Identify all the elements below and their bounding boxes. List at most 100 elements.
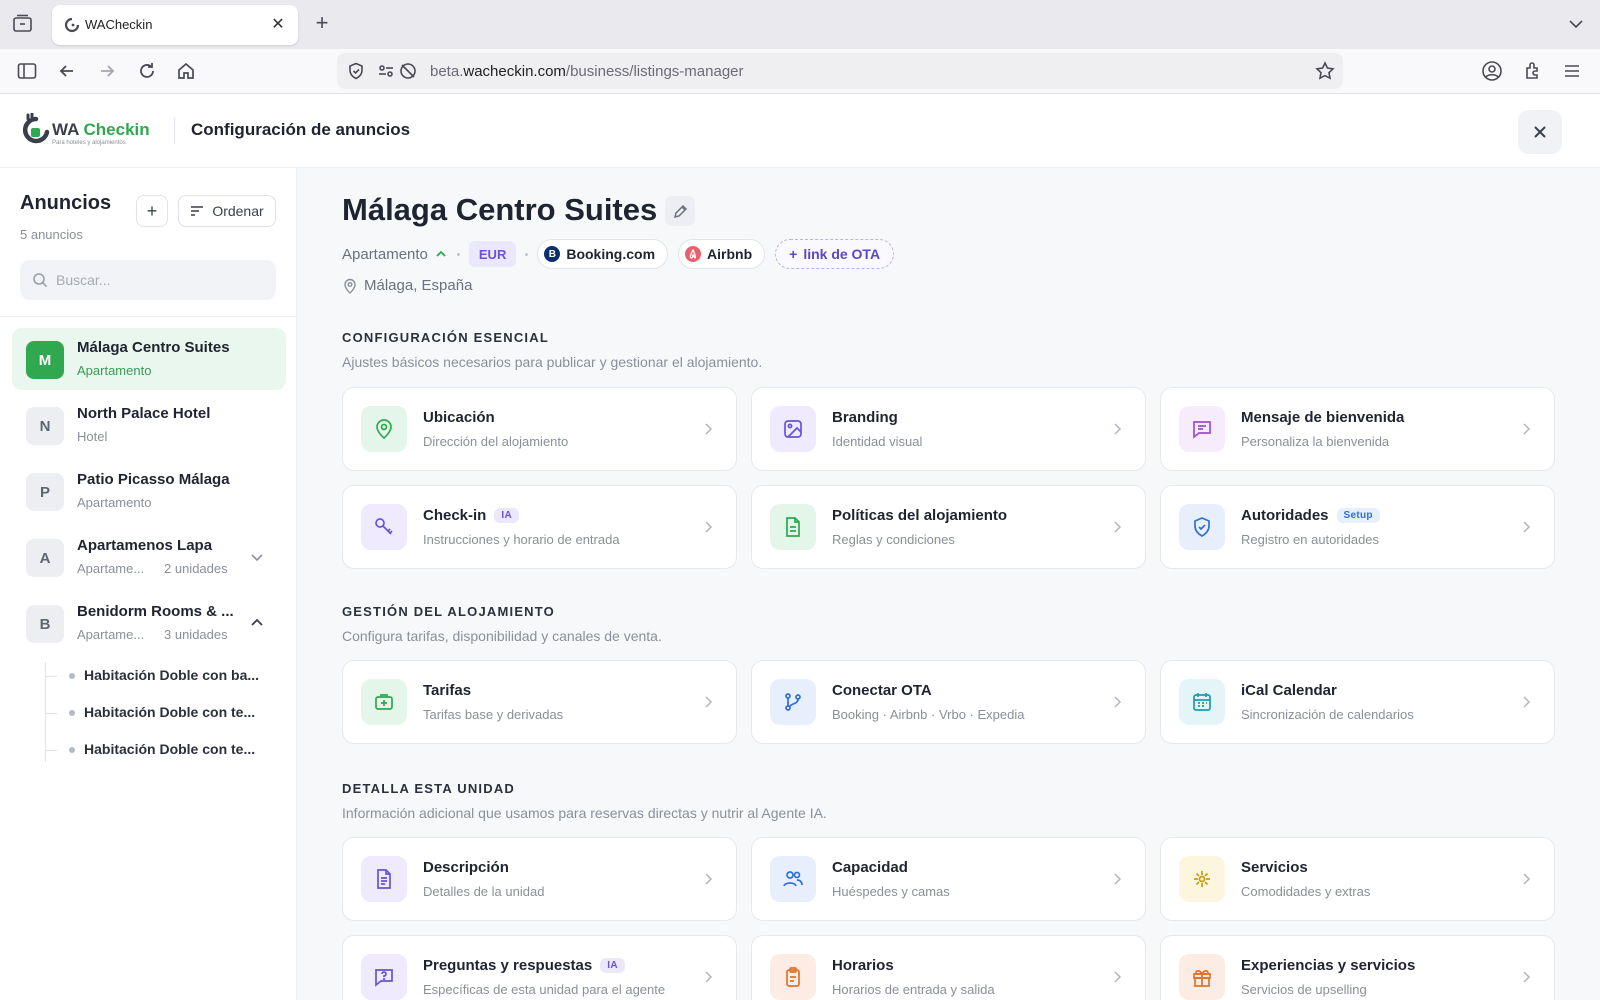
tab-title: WACheckin [85,17,153,32]
logo-checkin-text: Checkin [83,120,150,139]
chevron-up-icon[interactable] [248,614,266,632]
sub-unit-item[interactable]: Habitación Doble con te... [45,699,280,729]
card-branding[interactable]: Branding Identidad visual [751,387,1146,471]
sub-unit-item[interactable]: Habitación Doble con ba... [45,662,280,692]
section-subtitle: Ajustes básicos necesarios para publicar… [342,354,763,370]
card-preguntas-respuestas[interactable]: Preguntas y respuestas IA Específicas de … [342,935,737,1000]
listing-item-apartamenos-lapa[interactable]: A Apartamenos Lapa Apartame... 2 unidade… [12,526,286,588]
wacheckin-logo[interactable]: WA Checkin Para hoteles y alojamientos [20,110,150,152]
listing-name: Patio Picasso Málaga [77,471,230,488]
card-servicios[interactable]: Servicios Comodidades y extras [1160,837,1555,921]
card-conectar-ota[interactable]: Conectar OTA Booking · Airbnb · Vrbo · E… [751,660,1146,744]
listing-title: Málaga Centro Suites [342,192,658,227]
listing-item-patio-picasso-malaga[interactable]: P Patio Picasso Málaga Apartamento [12,460,286,522]
card-capacidad[interactable]: Capacidad Huéspedes y camas [751,837,1146,921]
permissions-icon[interactable] [377,62,395,80]
tab-list-icon[interactable] [12,14,34,34]
airbnb-logo-icon [685,246,702,262]
listing-type: Apartamento [77,363,152,378]
browser-tab-bar: WACheckin ✕ + [0,0,1600,49]
card-mensaje-bienvenida[interactable]: Mensaje de bienvenida Personaliza la bie… [1160,387,1555,471]
card-experiencias-servicios[interactable]: Experiencias y servicios Servicios de up… [1160,935,1555,1000]
bookmark-star-icon[interactable] [1315,61,1335,81]
logo-hand-icon [22,113,50,144]
listing-type: Hotel [77,429,108,444]
shield-icon[interactable] [347,62,365,80]
menu-icon[interactable] [1560,59,1584,83]
currency-badge[interactable]: EUR [468,241,517,267]
listings-count: 5 anuncios [20,227,83,242]
header-divider [174,118,175,144]
listing-avatar: P [26,473,64,511]
image-icon [770,406,816,452]
search-input[interactable] [56,260,266,300]
card-descripcion[interactable]: Descripción Detalles de la unidad [342,837,737,921]
listings-sidebar: Anuncios 5 anuncios + Ordenar M Málaga C… [0,168,297,1000]
card-ubicacion[interactable]: Ubicación Dirección del alojamiento [342,387,737,471]
map-pin-icon [344,278,356,294]
map-pin-icon [361,406,407,452]
message-icon [1179,406,1225,452]
section-subtitle: Información adicional que usamos para re… [342,805,827,821]
gift-icon [1179,954,1225,1000]
listing-location: Málaga, España [342,277,472,294]
card-autoridades[interactable]: Autoridades Setup Registro en autoridades [1160,485,1555,569]
chevron-up-icon[interactable] [434,247,448,261]
close-button[interactable] [1518,110,1562,154]
chevron-right-icon [1523,971,1531,983]
tab-close-icon[interactable]: ✕ [268,15,288,35]
new-tab-icon[interactable]: + [310,12,334,36]
search-box[interactable] [20,260,276,300]
card-ical-calendar[interactable]: iCal Calendar Sincronización de calendar… [1160,660,1555,744]
listing-units: 3 unidades [164,627,228,642]
card-tarifas[interactable]: Tarifas Tarifas base y derivadas [342,660,737,744]
listing-type-selector[interactable]: Apartamento [342,246,428,263]
listing-avatar: A [26,539,64,577]
extensions-icon[interactable] [1521,59,1545,83]
sub-unit-item[interactable]: Habitación Doble con te... [45,736,280,766]
sidebar-toggle-icon[interactable] [15,59,39,83]
card-politicas[interactable]: Políticas del alojamiento Reglas y condi… [751,485,1146,569]
browser-tab-active[interactable]: WACheckin ✕ [52,5,298,45]
sub-unit-label: Habitación Doble con ba... [84,667,260,683]
ota-chip-booking[interactable]: B Booking.com [537,239,669,269]
app-header: WA Checkin Para hoteles y alojamientos C… [0,94,1600,168]
chevron-down-icon[interactable] [1566,14,1586,34]
chevron-right-icon [1523,521,1531,533]
chevron-right-icon [1523,873,1531,885]
chevron-down-icon[interactable] [248,548,266,566]
booking-logo-icon: B [544,246,561,262]
section-subtitle: Configura tarifas, disponibilidad y cana… [342,628,662,644]
file-text-icon [361,856,407,902]
url-bar[interactable]: beta.wacheckin.com/business/listings-man… [337,53,1343,89]
listing-item-malaga-centro-suites[interactable]: M Málaga Centro Suites Apartamento [12,328,286,390]
add-ota-link-button[interactable]: + link de OTA [775,239,895,269]
search-icon [33,273,48,288]
chevron-right-icon [705,696,713,708]
listing-item-benidorm-rooms[interactable]: B Benidorm Rooms & ... Apartame... 3 uni… [12,592,286,654]
reload-icon[interactable] [135,59,159,83]
shield-check-icon [1179,504,1225,550]
chevron-right-icon [705,423,713,435]
listing-detail-panel: Málaga Centro Suites Apartamento EUR B B… [297,168,1600,1000]
listing-name: North Palace Hotel [77,405,211,422]
edit-title-button[interactable] [665,196,695,226]
url-text: beta.wacheckin.com/business/listings-man… [430,63,744,80]
card-check-in[interactable]: Check-in IA Instrucciones y horario de en… [342,485,737,569]
forward-arrow-icon[interactable] [95,59,119,83]
add-listing-button[interactable]: + [136,195,168,227]
listing-name: Apartamenos Lapa [77,537,213,554]
card-horarios[interactable]: Horarios Horarios de entrada y salida [751,935,1146,1000]
sort-button[interactable]: Ordenar [178,195,276,227]
logo-tagline: Para hoteles y alojamientos [52,140,126,146]
ota-chip-airbnb[interactable]: Airbnb [678,239,766,269]
home-icon[interactable] [174,59,198,83]
account-icon[interactable] [1480,59,1504,83]
tracking-protection-icon[interactable] [399,62,417,80]
listing-item-north-palace-hotel[interactable]: N North Palace Hotel Hotel [12,394,286,456]
back-arrow-icon[interactable] [55,59,79,83]
page-title: Configuración de anuncios [191,120,411,139]
wacheckin-favicon-icon [64,17,80,33]
listing-name: Málaga Centro Suites [77,339,230,356]
sub-unit-label: Habitación Doble con te... [84,741,256,757]
